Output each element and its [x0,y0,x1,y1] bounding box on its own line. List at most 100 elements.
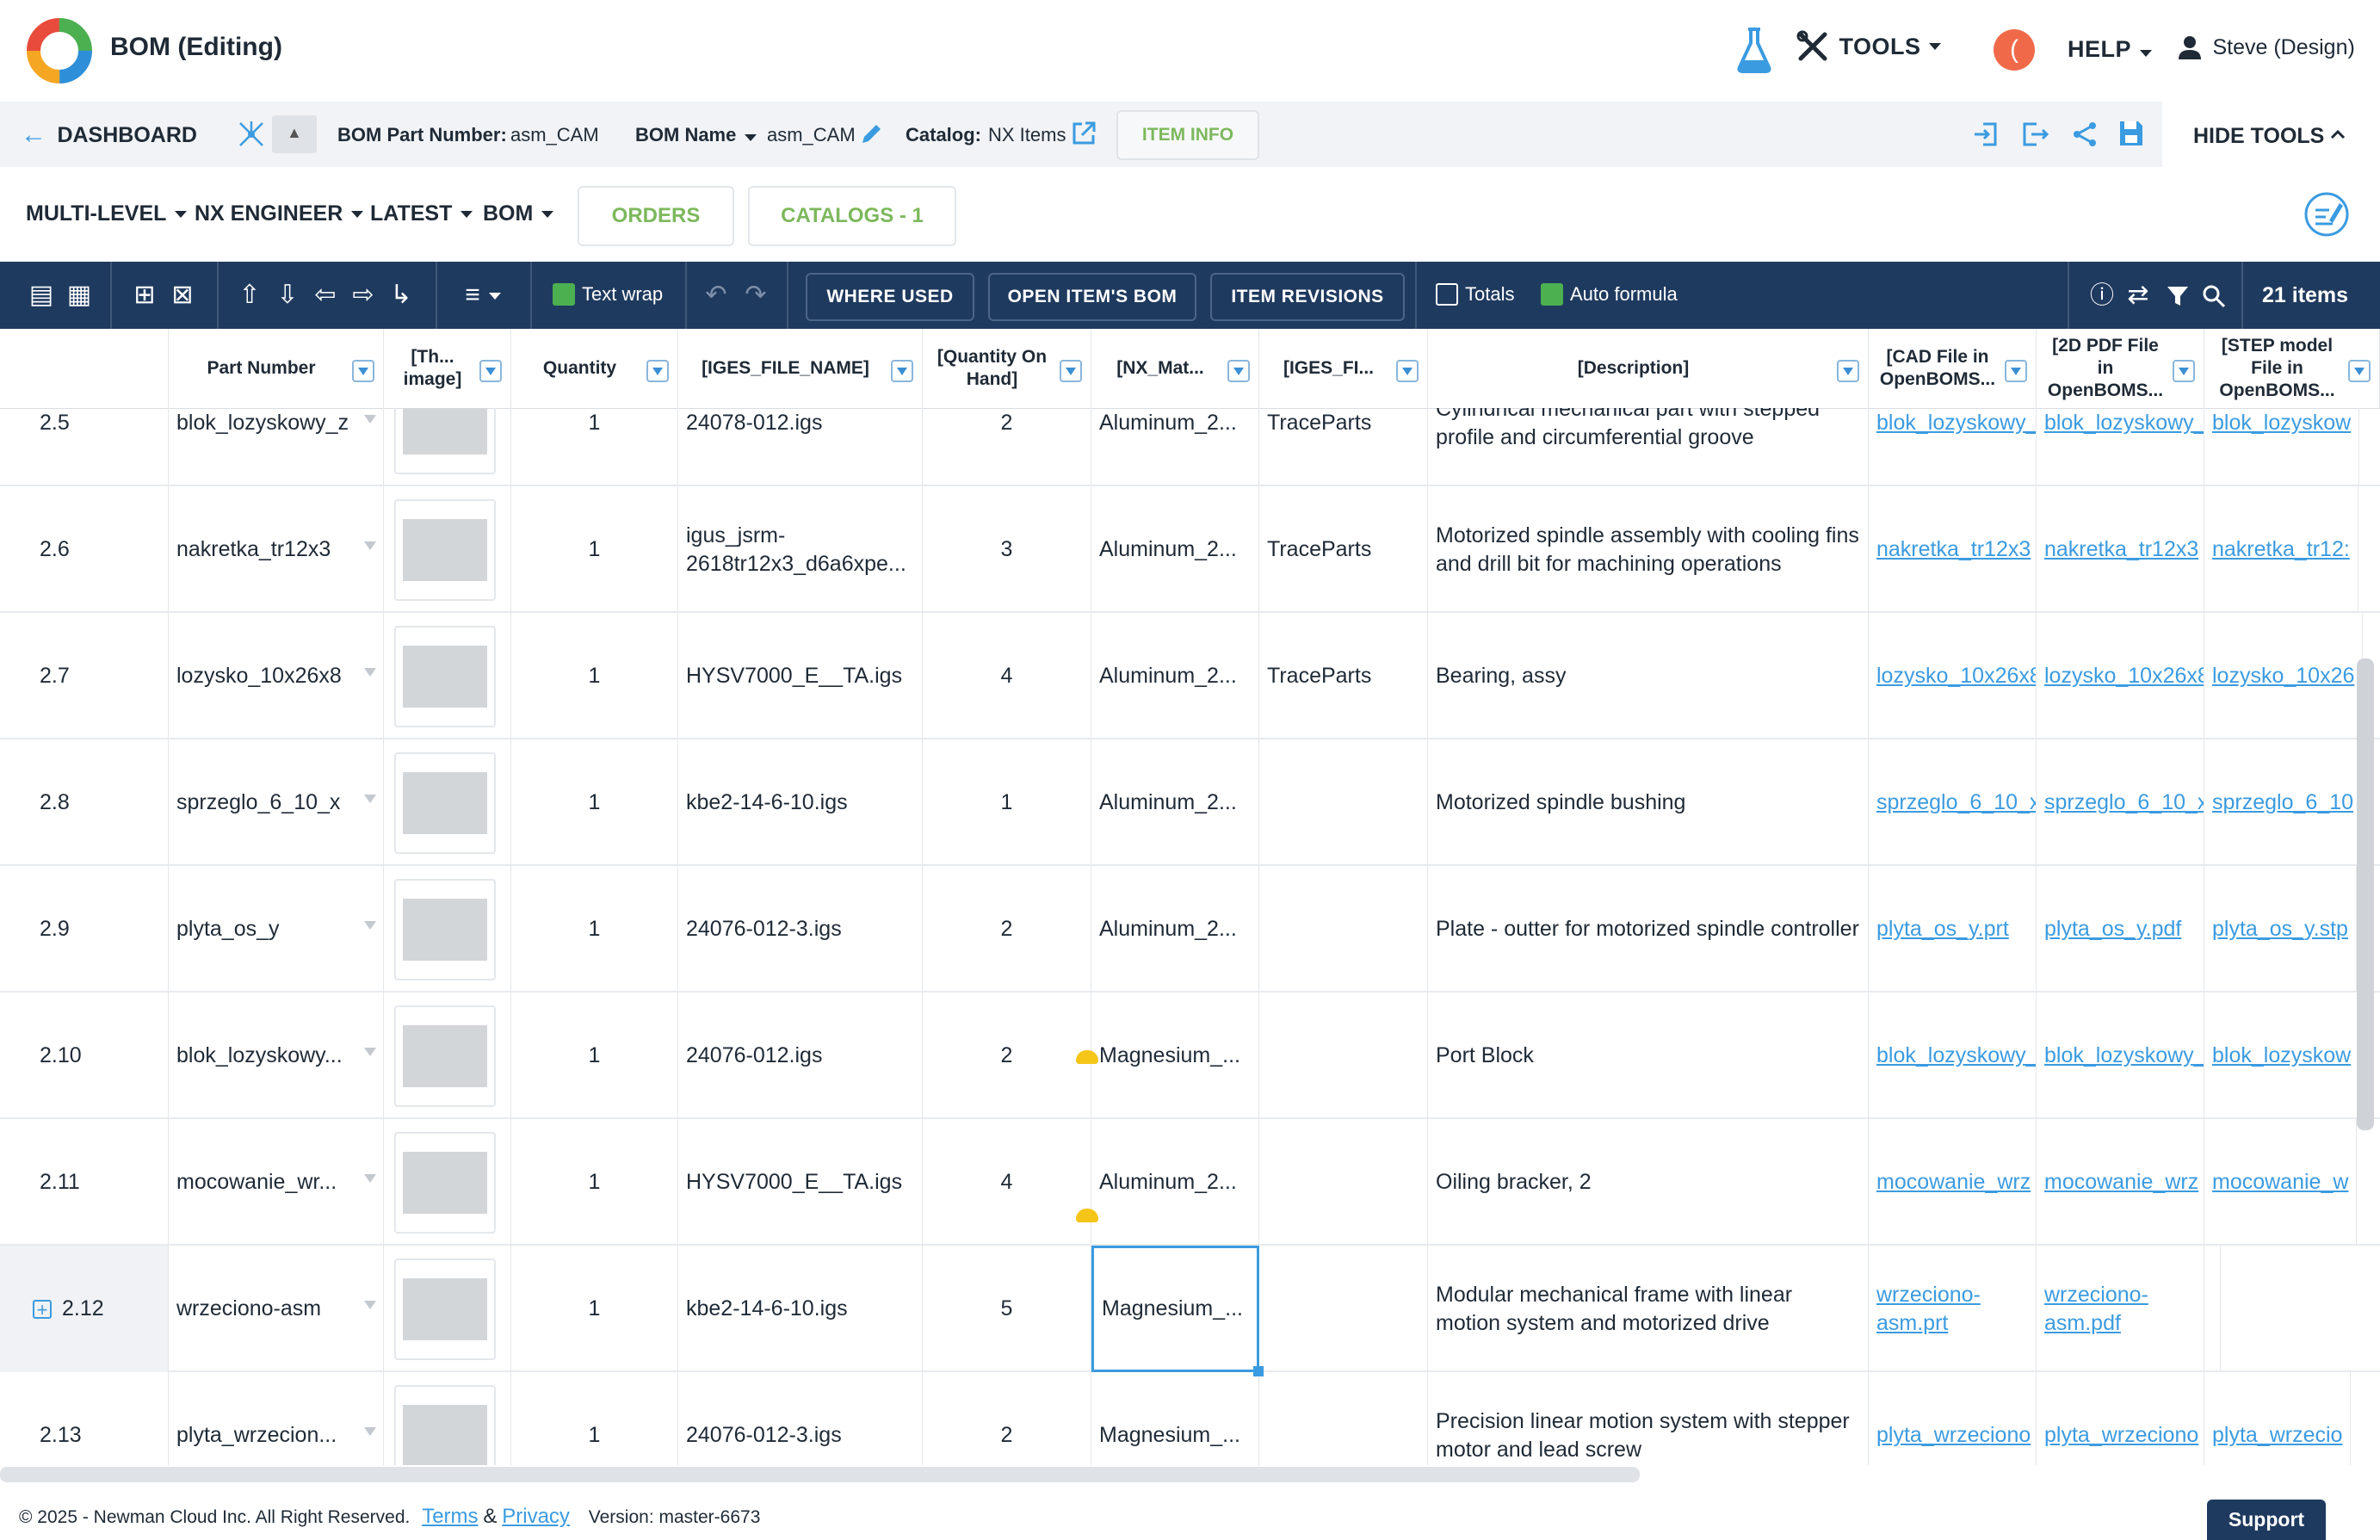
privacy-link[interactable]: Privacy [502,1505,570,1528]
align-dropdown-icon[interactable]: ≡ [453,262,513,329]
column-filter-icon[interactable] [646,360,669,382]
quantity-cell[interactable]: 1 [511,613,678,739]
pdf-file-cell-text[interactable]: blok_lozyskowy_ [2044,1042,2204,1070]
quantity-on-hand-cell[interactable]: 4 [923,1119,1091,1246]
column-header-thumbnail-image[interactable]: [Th... image] [384,329,511,408]
thumbnail-cell[interactable] [384,866,511,993]
thumbnail-cell[interactable] [384,613,511,739]
iges-file-name-cell[interactable]: igus_jsrm-2618tr12x3_d6a6xpe... [678,486,923,613]
step-file-cell[interactable]: lozysko_10x26 [2204,613,2364,739]
step-file-cell-text[interactable]: blok_lozyskow [2212,1042,2351,1070]
latest-dropdown[interactable]: LATEST [370,201,473,226]
pdf-file-cell-text[interactable]: mocowanie_wrz [2044,1168,2198,1197]
item-info-button[interactable]: ITEM INFO [1116,110,1259,160]
pdf-file-cell[interactable]: wrzeciono-asm.pdf [2037,1246,2204,1372]
indent-icon[interactable]: ⇨ [346,262,380,329]
pdf-file-cell-text[interactable]: wrzeciono-asm.pdf [2044,1281,2196,1338]
column-filter-icon[interactable] [2005,360,2027,382]
quantity-on-hand-cell[interactable]: 4 [923,613,1091,739]
pdf-file-cell-text[interactable]: sprzeglo_6_10_x [2044,789,2204,817]
quantity-on-hand-cell[interactable]: 3 [923,486,1091,613]
outdent-icon[interactable]: ⇦ [308,262,343,329]
cad-file-cell-text[interactable]: sprzeglo_6_10_x [1876,789,2036,817]
step-file-cell[interactable]: plyta_wrzecio [2204,1372,2352,1465]
quantity-on-hand-cell[interactable]: 2 [923,1372,1091,1465]
column-header-description[interactable]: [Description] [1428,329,1869,408]
row-index[interactable]: +2.12 [0,1246,169,1372]
iges-file-cell[interactable] [1259,739,1428,866]
part-number-cell[interactable]: nakretka_tr12x3 [169,486,384,613]
help-menu[interactable]: HELP [2068,36,2153,63]
thumbnail-image[interactable] [394,498,496,601]
row-index[interactable]: 2.9 [0,866,169,993]
quantity-on-hand-cell[interactable]: 1 [923,739,1091,866]
part-number-cell[interactable]: sprzeglo_6_10_x [169,739,384,866]
cad-file-cell-text[interactable]: mocowanie_wrz [1876,1168,2031,1197]
pdf-file-cell[interactable]: plyta_os_y.pdf [2037,866,2204,993]
chevron-down-icon[interactable] [364,1427,376,1436]
chevron-down-icon[interactable] [364,795,376,803]
redo-icon[interactable]: ↷ [739,262,773,329]
nx-material-cell[interactable]: Aluminum_2... [1091,866,1259,993]
step-file-cell[interactable]: nakretka_tr12: [2204,486,2358,613]
filter-icon[interactable] [2166,284,2190,308]
row-index[interactable]: 2.6 [0,486,169,613]
add-row-icon[interactable]: ▤ [24,262,59,329]
chevron-down-icon[interactable] [364,1174,376,1183]
flask-icon[interactable] [1735,26,1773,74]
description-cell[interactable]: Cylindrical mechanical part with stepped… [1428,408,1869,486]
pdf-file-cell[interactable]: sprzeglo_6_10_x [2037,739,2204,866]
column-header-iges-file[interactable]: [IGES_FI... [1259,329,1428,408]
table-row[interactable]: 2.11 mocowanie_wr... 1 HYSV7000_E__TA.igs 4 A… [0,1119,2380,1246]
column-filter-icon[interactable] [479,360,502,382]
cad-file-cell[interactable]: sprzeglo_6_10_x [1869,739,2037,866]
external-link-icon[interactable] [1071,121,1097,146]
column-filter-icon[interactable] [1837,360,1859,382]
thumbnail-image[interactable] [394,1384,496,1465]
where-used-button[interactable]: WHERE USED [806,273,974,321]
row-index[interactable]: 2.13 [0,1372,169,1465]
step-file-cell[interactable]: blok_lozyskow [2204,993,2360,1119]
thumbnail-image[interactable] [394,878,496,980]
cad-file-cell-text[interactable]: plyta_os_y.prt [1876,915,2009,943]
swap-icon[interactable]: ⇄ [2121,262,2155,329]
column-filter-icon[interactable] [2173,360,2195,382]
chevron-down-icon[interactable] [364,921,376,930]
edit-notes-icon[interactable] [2303,191,2350,238]
delete-row-icon[interactable]: ▦ [62,262,96,329]
chevron-down-icon[interactable] [364,415,376,424]
undo-icon[interactable]: ↶ [699,262,733,329]
iges-file-cell[interactable] [1259,1119,1428,1246]
column-header-part-number[interactable]: Part Number [169,329,384,408]
thumbnail-image[interactable] [394,751,496,854]
pdf-file-cell-text[interactable]: blok_lozyskowy_ [2044,409,2204,437]
thumbnail-cell[interactable] [384,486,511,613]
iges-file-cell[interactable] [1259,1246,1428,1372]
quantity-on-hand-cell[interactable]: 2 [923,866,1091,993]
table-row[interactable]: 2.7 lozysko_10x26x8 1 HYSV7000_E__TA.igs 4 Al… [0,613,2380,739]
avatar[interactable]: ( [1994,29,2035,71]
pdf-file-cell[interactable]: nakretka_tr12x3 [2037,486,2204,613]
quantity-on-hand-cell[interactable]: 2 [923,993,1091,1119]
step-file-cell-text[interactable]: nakretka_tr12: [2212,535,2350,564]
thumbnail-cell[interactable] [384,408,511,486]
table-row[interactable]: 2.5 blok_lozyskowy_z 1 24078-012.igs 2 Alumin… [0,408,2380,486]
bom-thumbnail[interactable]: ▲ [272,115,317,153]
nx-material-cell[interactable]: Magnesium_... [1091,1372,1259,1465]
thumbnail-image[interactable] [394,1005,496,1107]
nx-material-cell[interactable]: Aluminum_2... [1091,739,1259,866]
step-file-cell-text[interactable]: mocowanie_w [2212,1168,2348,1197]
description-cell[interactable]: Port Block [1428,993,1869,1119]
chevron-down-icon[interactable] [364,1048,376,1056]
column-filter-icon[interactable] [352,360,374,382]
nx-material-cell[interactable]: Aluminum_2... [1091,486,1259,613]
chevron-down-icon[interactable] [364,541,376,550]
part-number-cell[interactable]: wrzeciono-asm [169,1246,384,1372]
step-file-cell-text[interactable]: sprzeglo_6_10 [2212,789,2353,817]
table-row[interactable]: 2.6 nakretka_tr12x3 1 igus_jsrm-2618tr12x3_… [0,486,2380,613]
info-icon[interactable]: ⓘ [2085,262,2119,329]
part-number-cell[interactable]: blok_lozyskowy_z [169,408,384,486]
pdf-file-cell-text[interactable]: lozysko_10x26x8 [2044,662,2204,690]
share-icon[interactable] [2071,121,2099,148]
support-button[interactable]: Support [2207,1500,2326,1540]
